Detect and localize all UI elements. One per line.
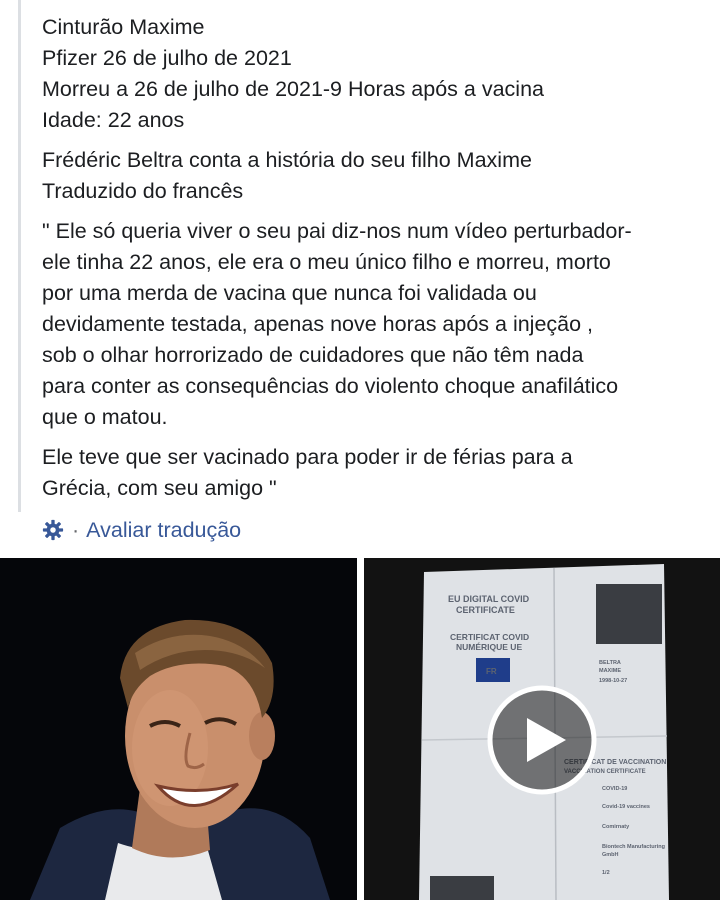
portrait-photo[interactable]	[0, 558, 357, 900]
holder-dob: 1998-10-27	[599, 678, 627, 684]
post-paragraph: " Ele só queria viver o seu pai diz-nos …	[42, 216, 707, 433]
gear-icon[interactable]	[42, 519, 64, 541]
post-line: Cinturão Maxime	[42, 15, 205, 39]
portrait-illustration	[0, 558, 357, 900]
post-line: ele tinha 22 anos, ele era o meu único f…	[42, 250, 611, 274]
separator-dot: ·	[72, 517, 80, 542]
post-line: Idade: 22 anos	[42, 108, 185, 132]
field-disease: COVID-19	[602, 786, 627, 792]
post-line: Ele teve que ser vacinado para poder ir …	[42, 445, 573, 469]
post-line: Frédéric Beltra conta a história do seu …	[42, 148, 532, 172]
field-dose: 1/2	[602, 870, 610, 876]
post-line: Grécia, com seu amigo "	[42, 476, 277, 500]
flag-code: FR	[486, 667, 497, 676]
post-line: que o matou.	[42, 405, 168, 429]
cert-title-en-1: EU DIGITAL COVID	[448, 594, 530, 604]
post-line: Traduzido do francês	[42, 179, 244, 203]
post-line: sob o olhar horrorizado de cuidadores qu…	[42, 343, 584, 367]
cert-title-en-2: CERTIFICATE	[456, 605, 515, 615]
cert-title-fr-1: CERTIFICAT COVID	[450, 632, 529, 642]
video-thumbnail[interactable]: FR EU DIGITAL COVID CERTIFICATE CERTIFIC…	[364, 558, 720, 900]
post-line: " Ele só queria viver o seu pai diz-nos …	[42, 219, 632, 243]
post-line: Pfizer 26 de julho de 2021	[42, 46, 292, 70]
post-paragraph: Frédéric Beltra conta a história do seu …	[42, 145, 707, 207]
qr-code-bottom	[430, 876, 494, 900]
quote-bar	[18, 0, 21, 512]
post-paragraph: Cinturão Maxime Pfizer 26 de julho de 202…	[42, 12, 707, 136]
holder-surname: BELTRA	[599, 660, 621, 666]
post-line: por uma merda de vacina que nunca foi va…	[42, 281, 537, 305]
cert-title-fr-2: NUMÉRIQUE UE	[456, 642, 522, 652]
post-line: devidamente testada, apenas nove horas a…	[42, 312, 594, 336]
post-paragraph: Ele teve que ser vacinado para poder ir …	[42, 442, 707, 504]
post-line: Morreu a 26 de julho de 2021-9 Horas apó…	[42, 77, 544, 101]
post-line: para conter as consequências do violento…	[42, 374, 619, 398]
field-manufacturer: Biontech Manufacturing	[602, 844, 665, 850]
translation-row: · Avaliar tradução	[42, 515, 241, 545]
holder-name: MAXIME	[599, 668, 621, 674]
qr-code-top	[596, 584, 662, 644]
rate-translation-link[interactable]: Avaliar tradução	[86, 518, 241, 543]
play-button[interactable]	[487, 685, 597, 795]
field-manufacturer-2: GmbH	[602, 852, 619, 858]
field-product: Comirnaty	[602, 824, 630, 830]
post-text: Cinturão Maxime Pfizer 26 de julho de 202…	[42, 12, 707, 513]
certificate-video-frame: FR EU DIGITAL COVID CERTIFICATE CERTIFIC…	[364, 558, 720, 900]
field-vaccine: Covid-19 vaccines	[602, 804, 650, 810]
post: Cinturão Maxime Pfizer 26 de julho de 202…	[0, 0, 720, 545]
